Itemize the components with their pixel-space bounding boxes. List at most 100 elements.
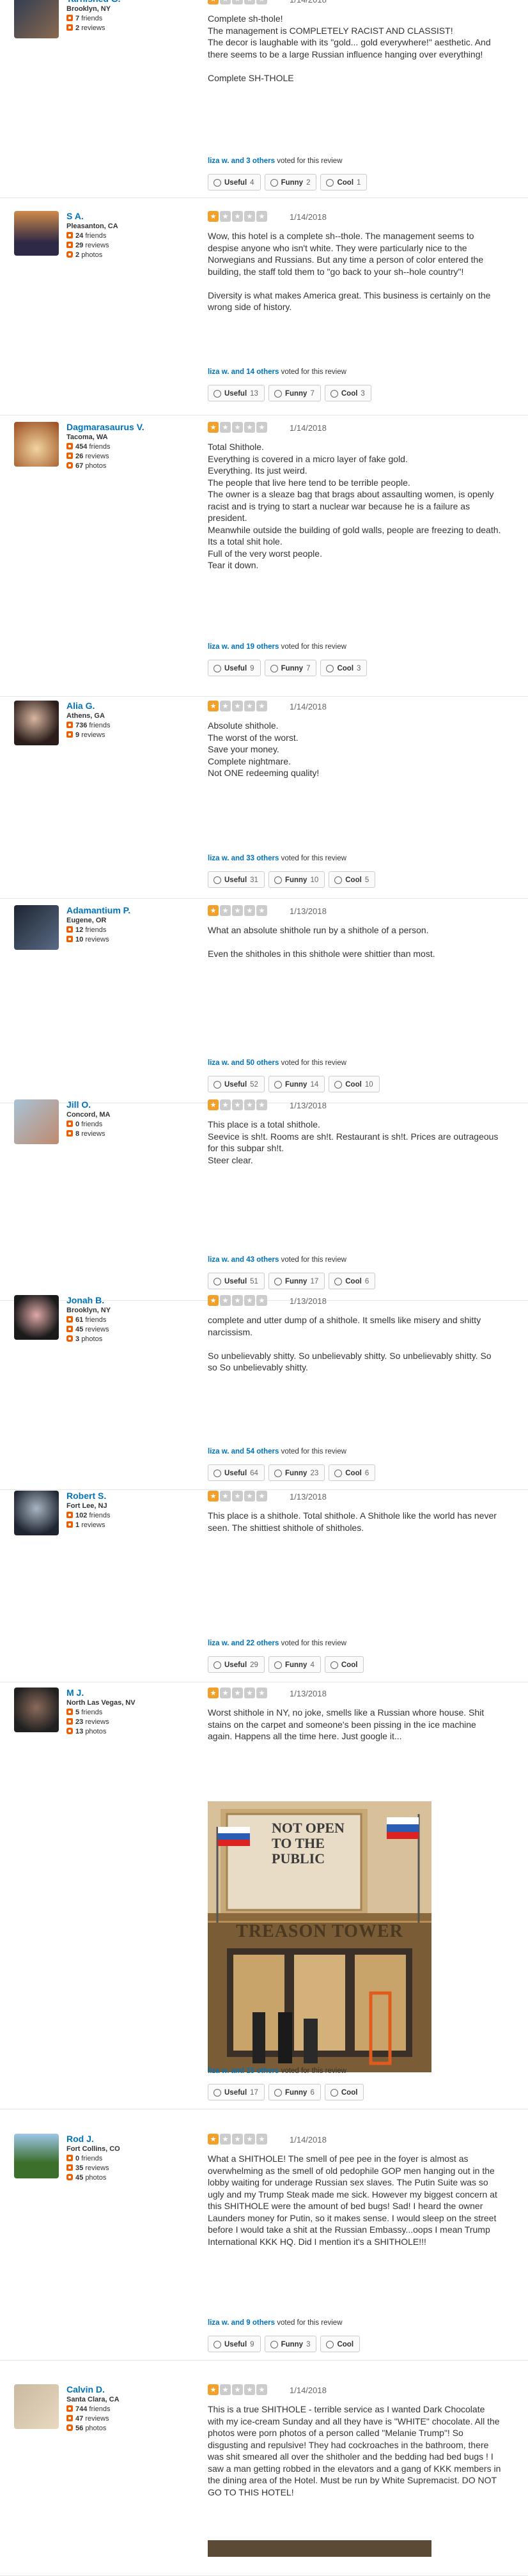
- friends-count-label: friends: [81, 1709, 103, 1716]
- funny-button[interactable]: Funny 4: [268, 1656, 321, 1673]
- voters-link[interactable]: liza w. and 19 others: [208, 643, 279, 651]
- friends-count-label: friends: [81, 15, 103, 22]
- reviewer-info: Jonah B. Brooklyn, NY 61 friends 45 reviews…: [66, 1295, 194, 1344]
- reviewer-location: North Las Vegas, NV: [66, 1699, 136, 1707]
- avatar[interactable]: [14, 0, 59, 38]
- cool-button[interactable]: Cool 6: [329, 1273, 376, 1289]
- reviewer-name-link[interactable]: Robert S.: [66, 1491, 194, 1501]
- review-photo[interactable]: NOT OPEN TO THE PUBLIC TREASON TOWER: [208, 1801, 431, 2072]
- voters-link[interactable]: liza w. and 50 others: [208, 1059, 279, 1067]
- funny-button[interactable]: Funny 23: [268, 1464, 325, 1481]
- useful-button[interactable]: Useful 52: [208, 1076, 265, 1092]
- star-icon: [244, 211, 255, 222]
- reviewer-name-link[interactable]: Alia G.: [66, 701, 194, 711]
- funny-button[interactable]: Funny 10: [268, 871, 325, 888]
- funny-button[interactable]: Funny 14: [268, 1076, 325, 1092]
- review-date: 1/14/2018: [290, 423, 327, 433]
- review-photo[interactable]: [208, 2540, 431, 2557]
- avatar[interactable]: [14, 2134, 59, 2178]
- avatar[interactable]: [14, 701, 59, 745]
- smile-icon: [274, 390, 282, 398]
- reviewer-name-link[interactable]: Jonah B.: [66, 1295, 194, 1306]
- useful-button[interactable]: Useful 4: [208, 174, 261, 190]
- avatar[interactable]: [14, 211, 59, 256]
- vote-buttons: Useful 31 Funny 10 Cool 5: [208, 871, 379, 888]
- useful-button[interactable]: Useful 9: [208, 660, 261, 676]
- reviewer-name-link[interactable]: Calvin D.: [66, 2384, 194, 2395]
- reviewer-name-link[interactable]: Rod J.: [66, 2134, 194, 2145]
- reviewer-info: Tarnished G.Brooklyn, NY7 friends2 revie…: [66, 0, 194, 33]
- friends-icon: [66, 2405, 73, 2412]
- star-icon: [256, 2134, 267, 2145]
- cool-button[interactable]: Cool 1: [320, 174, 368, 190]
- reviewer-name-link[interactable]: Adamantium P.: [66, 905, 194, 916]
- avatar[interactable]: [14, 422, 59, 467]
- voters-link[interactable]: liza w. and 9 others: [208, 2319, 275, 2327]
- useful-button[interactable]: Useful 64: [208, 1464, 265, 1481]
- avatar[interactable]: [14, 2384, 59, 2429]
- reviewer-name-link[interactable]: S A.: [66, 211, 194, 222]
- useful-button[interactable]: Useful 9: [208, 2336, 261, 2352]
- reviewer-location: Concord, MA: [66, 1111, 111, 1119]
- cool-button[interactable]: Cool 3: [320, 660, 368, 676]
- reviewer-info: Adamantium P. Eugene, OR 12 friends 10 revi…: [66, 905, 194, 945]
- friends-count: 744 friends: [66, 2405, 194, 2414]
- useful-button[interactable]: Useful 51: [208, 1273, 265, 1289]
- useful-button[interactable]: Useful 31: [208, 871, 265, 888]
- voters-link[interactable]: liza w. and 15 others: [208, 2067, 279, 2075]
- reviewer-location: Fort Collins, CO: [66, 2145, 120, 2153]
- funny-button[interactable]: Funny 7: [268, 385, 321, 401]
- avatar[interactable]: [14, 1295, 59, 1340]
- cool-button[interactable]: Cool 6: [329, 1464, 376, 1481]
- cool-button[interactable]: Cool 3: [324, 385, 371, 401]
- funny-button[interactable]: Funny 7: [264, 660, 317, 676]
- photos-count-value: 45: [75, 2174, 84, 2182]
- star-icon: [220, 1491, 231, 1501]
- reviewer-name-link[interactable]: Jill O.: [66, 1099, 194, 1110]
- reviews-count: 10 reviews: [66, 935, 194, 945]
- reviewer-name-link[interactable]: M J.: [66, 1688, 194, 1698]
- friends-count-label: friends: [85, 926, 107, 934]
- avatar[interactable]: [14, 905, 59, 950]
- star-icon: [244, 905, 255, 916]
- avatar[interactable]: [14, 1688, 59, 1732]
- cool-button[interactable]: Cool 5: [329, 871, 376, 888]
- star-icon: [208, 1099, 219, 1110]
- useful-button[interactable]: Useful 13: [208, 385, 265, 401]
- voters-link[interactable]: liza w. and 22 others: [208, 1640, 279, 1647]
- reviewer-name-link[interactable]: Tarnished G.: [66, 0, 194, 4]
- cool-button[interactable]: Cool: [320, 2336, 361, 2352]
- voters-link[interactable]: liza w. and 14 others: [208, 368, 279, 376]
- useful-label: Useful: [224, 390, 247, 398]
- star-icon: [220, 0, 231, 4]
- funny-label: Funny: [284, 1081, 307, 1089]
- useful-button[interactable]: Useful 17: [208, 2084, 265, 2100]
- voters-link[interactable]: liza w. and 3 others: [208, 157, 275, 165]
- funny-button[interactable]: Funny 2: [264, 174, 317, 190]
- cool-button[interactable]: Cool: [324, 1656, 364, 1673]
- review-text: Wow, this hotel is a complete sh--thole.…: [208, 231, 491, 312]
- cool-button[interactable]: Cool 10: [329, 1076, 380, 1092]
- avatar[interactable]: [14, 1099, 59, 1144]
- reviewer-name-link[interactable]: Dagmarasaurus V.: [66, 422, 194, 433]
- funny-button[interactable]: Funny 3: [264, 2336, 317, 2352]
- avatar[interactable]: [14, 1491, 59, 1535]
- useful-button[interactable]: Useful 29: [208, 1656, 265, 1673]
- photos-count-value: 56: [75, 2425, 84, 2432]
- voters-link[interactable]: liza w. and 33 others: [208, 855, 279, 862]
- review-star-icon: [66, 453, 73, 459]
- funny-count: 6: [310, 2089, 314, 2097]
- photos-count-label: photos: [85, 2425, 107, 2432]
- reviews-count-value: 9: [75, 731, 80, 739]
- voters-link[interactable]: liza w. and 43 others: [208, 1256, 279, 1264]
- reviews-count-value: 35: [75, 2164, 84, 2172]
- photos-count: 45 photos: [66, 2173, 194, 2183]
- useful-label: Useful: [224, 1081, 247, 1089]
- funny-button[interactable]: Funny 6: [268, 2084, 321, 2100]
- voters-link[interactable]: liza w. and 54 others: [208, 1448, 279, 1455]
- star-icon: [232, 701, 243, 711]
- sunglasses-icon: [330, 2089, 338, 2097]
- friends-count: 61 friends: [66, 1315, 194, 1325]
- funny-button[interactable]: Funny 17: [268, 1273, 325, 1289]
- cool-button[interactable]: Cool: [324, 2084, 364, 2100]
